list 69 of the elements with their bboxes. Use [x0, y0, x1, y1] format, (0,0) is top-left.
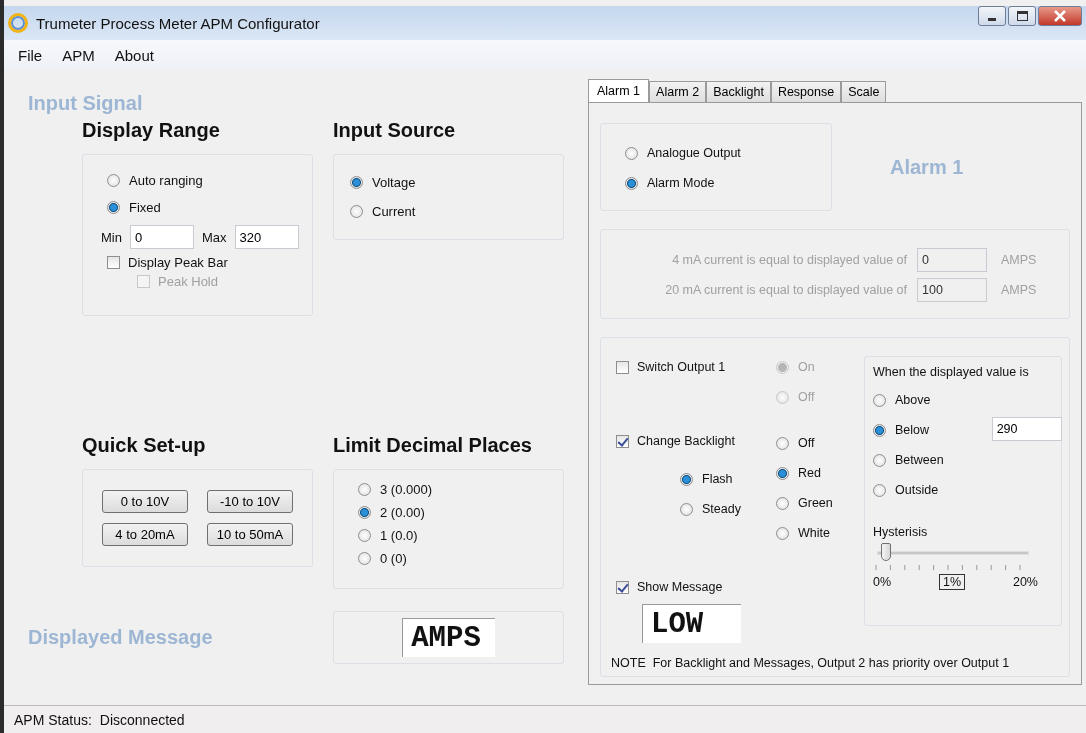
- minimize-button[interactable]: [978, 6, 1006, 26]
- unit-label: AMPS: [1001, 283, 1037, 297]
- field-label: Max: [201, 229, 227, 245]
- preset-button[interactable]: 4 to 20mA: [102, 523, 188, 546]
- radio-option[interactable]: Green: [776, 496, 833, 510]
- slider-value: 1%: [939, 574, 966, 590]
- close-icon: [1053, 10, 1067, 22]
- group-heading: Display Range: [82, 119, 221, 142]
- radio-option[interactable]: 1 (0.0): [358, 528, 418, 543]
- radio-option[interactable]: Alarm Mode: [625, 176, 715, 190]
- field-label: Min: [101, 229, 122, 245]
- menu-item[interactable]: APM: [54, 44, 107, 66]
- radio-option[interactable]: Below: [873, 423, 930, 437]
- menu-item[interactable]: About: [106, 44, 166, 66]
- checkbox[interactable]: Show Message: [616, 580, 723, 594]
- radio-option[interactable]: Steady: [680, 502, 741, 516]
- tab[interactable]: Alarm 1: [588, 79, 650, 102]
- group-heading: Quick Set-up: [82, 434, 207, 457]
- field-label: 4 mA current is equal to displayed value of: [671, 253, 907, 267]
- group-heading: Input Source: [333, 119, 457, 142]
- max-field[interactable]: 320: [234, 225, 299, 249]
- checkbox[interactable]: Display Peak Bar: [107, 255, 228, 270]
- group-heading: Limit Decimal Places: [333, 434, 533, 457]
- radio-option[interactable]: Auto ranging: [107, 173, 203, 188]
- radio-option[interactable]: Outside: [873, 483, 939, 497]
- status-value: Disconnected: [99, 711, 185, 728]
- group-label: When the displayed value is: [873, 365, 1030, 379]
- close-button[interactable]: [1038, 6, 1082, 26]
- min-field[interactable]: 0: [129, 225, 194, 249]
- slider-label: Hysterisis: [873, 525, 929, 539]
- panel-title: Alarm 1: [890, 155, 964, 179]
- tab[interactable]: Backlight: [706, 81, 771, 102]
- tab[interactable]: Scale: [841, 81, 887, 102]
- section-title: Displayed Message: [28, 626, 214, 649]
- radio-option[interactable]: Red: [776, 466, 821, 480]
- message-display: AMPS: [402, 618, 495, 657]
- tab[interactable]: Alarm 2: [649, 81, 707, 102]
- tab[interactable]: Response: [770, 81, 842, 102]
- preset-button[interactable]: 10 to 50mA: [207, 523, 293, 546]
- menu-item[interactable]: File: [10, 44, 55, 66]
- radio-option[interactable]: Analogue Output: [625, 146, 741, 160]
- radio-option[interactable]: 0 (0): [358, 551, 407, 566]
- slider-thumb[interactable]: [880, 543, 891, 561]
- field-label: 20 mA current is equal to displayed value of: [664, 283, 907, 297]
- scale-label: 0%: [873, 575, 892, 589]
- preset-button[interactable]: -10 to 10V: [207, 490, 293, 513]
- radio-option[interactable]: Flash: [680, 472, 733, 486]
- note-text: NOTE For Backlight and Messages, Output 2 has priority over Output 1: [611, 656, 1011, 670]
- radio-option[interactable]: Off: [776, 436, 815, 450]
- message-display: LOW: [642, 604, 742, 643]
- app-logo-icon: [8, 13, 28, 33]
- maximize-button[interactable]: [1008, 6, 1036, 26]
- checkbox[interactable]: Change Backlight: [616, 434, 735, 448]
- radio-option[interactable]: 3 (0.000): [358, 482, 433, 497]
- scale-label: 20%: [1012, 575, 1038, 589]
- radio-option[interactable]: Above: [873, 393, 931, 407]
- radio-option[interactable]: Voltage: [350, 175, 416, 190]
- window-title: Trumeter Process Meter APM Configurator: [36, 14, 320, 32]
- radio-option[interactable]: 2 (0.00): [358, 505, 425, 520]
- threshold-field[interactable]: 290: [991, 417, 1062, 441]
- radio-option[interactable]: Fixed: [107, 200, 161, 215]
- radio-option[interactable]: Between: [873, 453, 944, 467]
- section-title: Input Signal: [28, 92, 144, 115]
- unit-label: AMPS: [1001, 253, 1037, 267]
- preset-button[interactable]: 0 to 10V: [102, 490, 188, 513]
- radio-option[interactable]: Current: [350, 204, 416, 219]
- radio-option[interactable]: White: [776, 526, 830, 540]
- checkbox[interactable]: Switch Output 1: [616, 360, 726, 374]
- status-label: APM Status:: [14, 711, 92, 728]
